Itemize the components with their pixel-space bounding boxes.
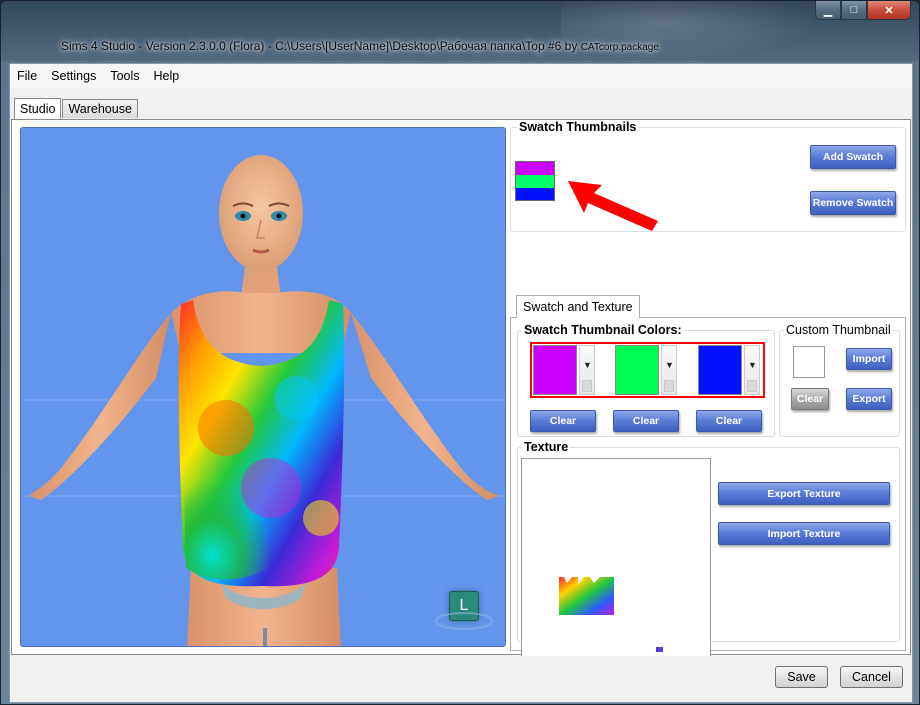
custom-thumbnail-preview[interactable] (793, 346, 825, 378)
swatch-thumbnails-title: Swatch Thumbnails (517, 120, 639, 134)
title-bar[interactable]: Sims 4 Studio - Version 2.3.0.0 (Flora) … (1, 1, 919, 61)
export-thumbnail-button[interactable]: Export (846, 388, 892, 410)
save-button[interactable]: Save (775, 666, 828, 688)
window-title-file: CATcorp.package (580, 42, 659, 53)
add-swatch-button[interactable]: Add Swatch (810, 145, 896, 169)
chevron-down-icon: ▼ (665, 360, 674, 370)
3d-viewport[interactable]: L (20, 127, 506, 647)
texture-preview[interactable] (521, 458, 711, 687)
color-swatch-3[interactable] (698, 345, 742, 395)
dropdown-scroll-thumb (747, 380, 757, 392)
menu-help[interactable]: Help (147, 64, 187, 88)
export-texture-button[interactable]: Export Texture (718, 482, 890, 505)
import-thumbnail-button[interactable]: Import (846, 348, 892, 370)
dropdown-scroll-thumb (582, 380, 592, 392)
menu-settings[interactable]: Settings (44, 64, 103, 88)
remove-swatch-button[interactable]: Remove Swatch (810, 191, 896, 215)
swatch-colors-title: Swatch Thumbnail Colors: (522, 323, 684, 337)
swatch-band-3 (516, 188, 554, 200)
clear-color-1-button[interactable]: Clear (530, 410, 596, 432)
color-swatch-2[interactable] (615, 345, 659, 395)
menu-file[interactable]: File (10, 64, 44, 88)
color-dropdown-3[interactable]: ▼ (744, 345, 760, 395)
custom-thumbnail-title: Custom Thumbnail (784, 323, 893, 337)
clear-color-3-button[interactable]: Clear (696, 410, 762, 432)
red-arrow-annotation (568, 181, 658, 231)
menu-tools[interactable]: Tools (103, 64, 146, 88)
cancel-button[interactable]: Cancel (840, 666, 903, 688)
swatch-band-1 (516, 162, 554, 175)
client-area: File Settings Tools Help Studio Warehous… (9, 63, 913, 703)
menu-bar: File Settings Tools Help (10, 64, 912, 88)
texture-map-image (559, 577, 672, 676)
tab-warehouse[interactable]: Warehouse (62, 99, 138, 118)
tab-studio[interactable]: Studio (14, 98, 62, 119)
color-slot-1[interactable]: ▼ (533, 345, 595, 397)
chevron-down-icon: ▼ (748, 360, 757, 370)
studio-panel: L Swatch Thumbnails Add Swatch Remove Sw… (11, 119, 911, 687)
sim-model-render (21, 155, 505, 646)
swatch-band-2 (516, 175, 554, 188)
dialog-footer: Save Cancel (10, 656, 912, 702)
close-icon: ✕ (884, 4, 894, 17)
color-dropdown-1[interactable]: ▼ (579, 345, 595, 395)
color-swatch-1[interactable] (533, 345, 577, 395)
lod-badge-ring (435, 612, 493, 630)
window-title: Sims 4 Studio - Version 2.3.0.0 (Flora) … (61, 39, 659, 53)
clear-thumbnail-button[interactable]: Clear (791, 388, 829, 410)
tab-swatch-and-texture[interactable]: Swatch and Texture (516, 295, 640, 318)
chevron-down-icon: ▼ (583, 360, 592, 370)
window-controls: ▁ □ ✕ (815, 1, 911, 20)
minimize-button[interactable]: ▁ (815, 1, 841, 20)
window-title-path: Sims 4 Studio - Version 2.3.0.0 (Flora) … (61, 39, 581, 53)
minimize-icon: ▁ (823, 4, 833, 17)
maximize-icon: □ (850, 4, 858, 16)
texture-title: Texture (522, 440, 571, 454)
color-slot-2[interactable]: ▼ (615, 345, 677, 397)
import-texture-button[interactable]: Import Texture (718, 522, 890, 545)
close-button[interactable]: ✕ (867, 1, 911, 20)
dropdown-scroll-thumb (664, 380, 674, 392)
maximize-button[interactable]: □ (841, 1, 867, 20)
swatch-thumbnail[interactable] (515, 161, 555, 201)
color-slot-3[interactable]: ▼ (698, 345, 760, 397)
color-dropdown-2[interactable]: ▼ (661, 345, 677, 395)
main-tabs: Studio Warehouse (14, 97, 139, 119)
application-window: Sims 4 Studio - Version 2.3.0.0 (Flora) … (0, 0, 920, 705)
clear-color-2-button[interactable]: Clear (613, 410, 679, 432)
